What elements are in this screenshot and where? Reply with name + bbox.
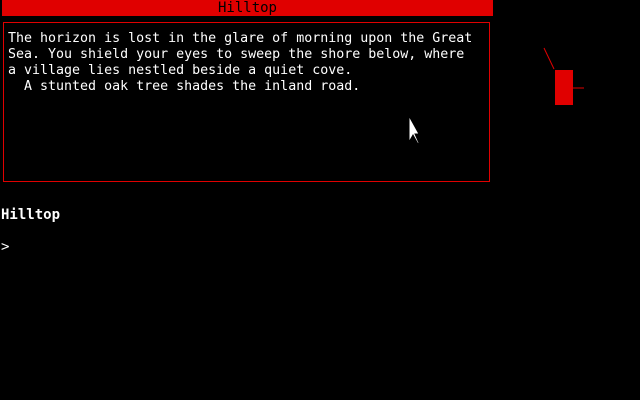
compass-current-room-marker <box>555 70 573 105</box>
description-line: a village lies nestled beside a quiet co… <box>8 63 353 78</box>
prompt-symbol: > <box>1 239 10 255</box>
game-screen: Hilltop The horizon is lost in the glare… <box>0 0 640 400</box>
description-line: The horizon is lost in the glare of morn… <box>8 31 473 46</box>
window-title: Hilltop <box>217 0 277 16</box>
command-input[interactable] <box>14 238 614 256</box>
room-description-panel: The horizon is lost in the glare of morn… <box>3 22 490 182</box>
room-description-text: The horizon is lost in the glare of morn… <box>8 31 484 95</box>
description-line: A stunted oak tree shades the inland roa… <box>8 79 361 94</box>
current-location-label: Hilltop <box>1 207 61 223</box>
description-line: Sea. You shield your eyes to sweep the s… <box>8 47 465 62</box>
command-prompt: > <box>1 238 9 256</box>
compass-northwest-exit <box>543 47 555 70</box>
compass-rose-icon[interactable] <box>540 44 588 110</box>
title-bar: Hilltop <box>2 0 493 16</box>
